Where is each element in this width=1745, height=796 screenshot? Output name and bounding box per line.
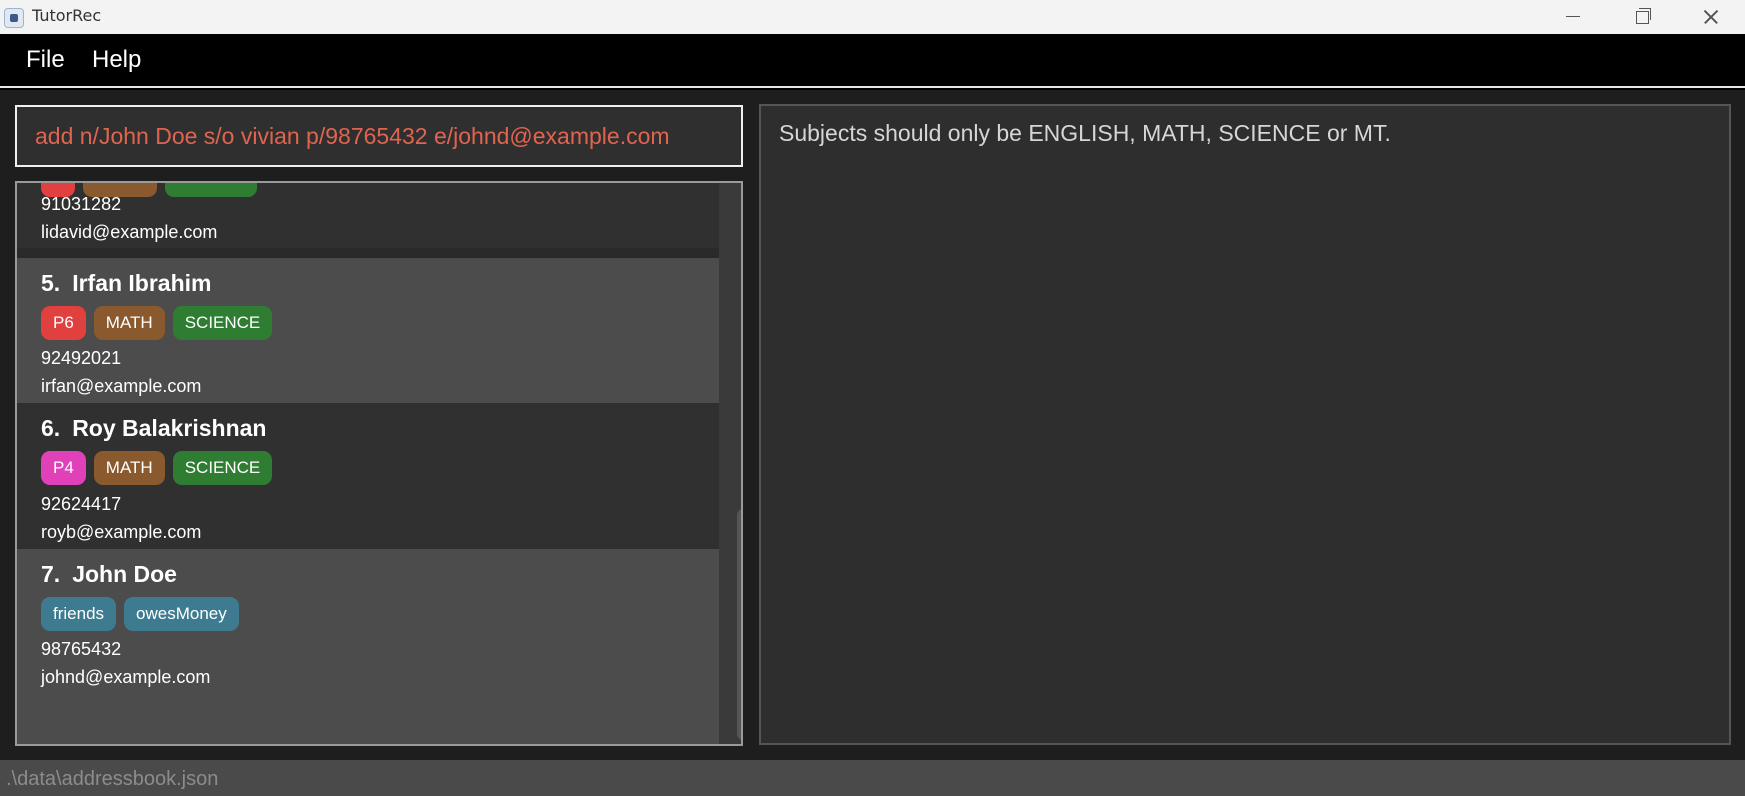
tag-list: P4 MATH SCIENCE <box>41 451 273 485</box>
tag-list: P6 MATH SCIENCE <box>41 306 273 340</box>
close-icon[interactable] <box>1675 0 1745 34</box>
person-email: johnd@example.com <box>41 667 211 687</box>
tag-subject: MATH <box>93 451 165 485</box>
person-name-text: John Doe <box>72 561 177 587</box>
person-name-text: Roy Balakrishnan <box>72 415 267 441</box>
person-name: 6. Roy Balakrishnan <box>41 415 266 442</box>
person-email: lidavid@example.com <box>41 222 218 242</box>
app-logo-icon <box>4 8 24 28</box>
restore-icon[interactable] <box>1607 0 1677 34</box>
menu-help[interactable]: Help <box>92 46 141 74</box>
minimize-icon[interactable] <box>1538 0 1608 34</box>
tag-list: friends owesMoney <box>41 597 239 631</box>
result-message: Subjects should only be ENGLISH, MATH, S… <box>779 120 1391 146</box>
person-phone: 92492021 <box>41 348 122 368</box>
window-title: TutorRec <box>32 6 102 25</box>
command-input[interactable]: add n/John Doe s/o vivian p/98765432 e/j… <box>35 123 670 150</box>
person-email: irfan@example.com <box>41 376 202 396</box>
tag-generic: friends <box>41 597 117 631</box>
person-index: 5. <box>41 270 61 296</box>
person-name: 7. John Doe <box>41 561 177 588</box>
person-index: 7. <box>41 561 61 587</box>
person-phone: 98765432 <box>41 639 122 659</box>
command-box[interactable]: add n/John Doe s/o vivian p/98765432 e/j… <box>15 105 743 167</box>
person-card[interactable]: 91031282 lidavid@example.com <box>17 183 719 248</box>
person-index: 6. <box>41 415 61 441</box>
tag-level: P6 <box>41 306 86 340</box>
person-list: 91031282 lidavid@example.com 5. Irfan Ibr… <box>15 181 743 746</box>
status-bar: .\data\addressbook.json <box>0 760 1745 796</box>
person-email: royb@example.com <box>41 522 202 542</box>
tag-level: P4 <box>41 451 86 485</box>
list-scrollbar-thumb[interactable] <box>737 509 741 740</box>
tag-subject: MATH <box>93 306 165 340</box>
person-card[interactable]: 5. Irfan Ibrahim P6 MATH SCIENCE 92492021… <box>17 258 719 403</box>
title-bar: TutorRec <box>0 0 1745 34</box>
result-display: Subjects should only be ENGLISH, MATH, S… <box>759 104 1731 745</box>
person-phone: 91031282 <box>41 194 122 214</box>
menu-file[interactable]: File <box>26 46 65 74</box>
tag <box>165 183 257 197</box>
person-name-text: Irfan Ibrahim <box>72 270 212 296</box>
person-phone: 92624417 <box>41 494 122 514</box>
menu-bar: File Help <box>0 34 1745 88</box>
save-location: .\data\addressbook.json <box>6 768 219 790</box>
tag-subject: SCIENCE <box>172 451 273 485</box>
person-card[interactable]: 7. John Doe friends owesMoney 98765432 jo… <box>17 549 719 744</box>
person-card[interactable]: 6. Roy Balakrishnan P4 MATH SCIENCE 92624… <box>17 403 719 549</box>
tag-generic: owesMoney <box>124 597 239 631</box>
tag-subject: SCIENCE <box>172 306 273 340</box>
person-name: 5. Irfan Ibrahim <box>41 270 212 297</box>
